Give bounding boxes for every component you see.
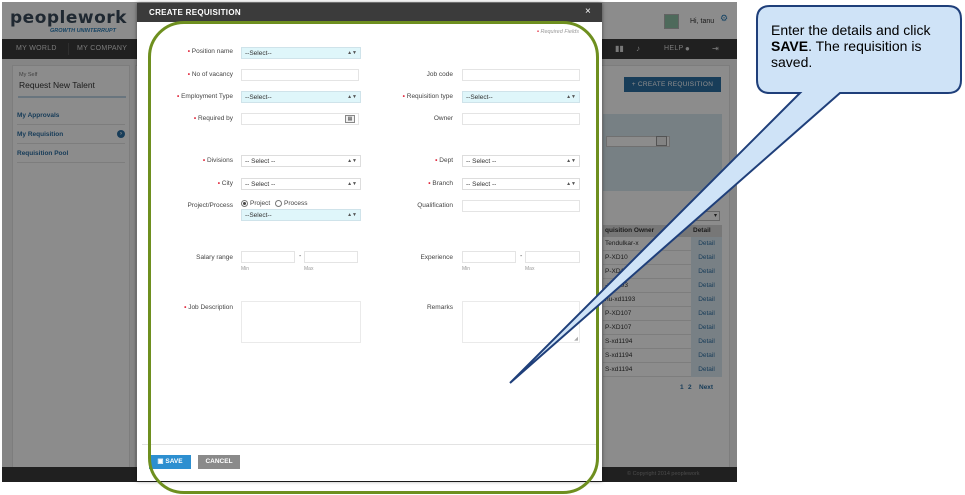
no-of-vacancy-label-text: No of vacancy xyxy=(191,71,233,78)
requisition-type-label-text: Requisition type xyxy=(406,93,453,100)
requisition-type-value: --Select-- xyxy=(466,94,493,101)
project-process-value: --Select-- xyxy=(245,212,272,219)
position-name-select[interactable]: --Select-- ▲▼ xyxy=(241,47,361,59)
branch-value: -- Select -- xyxy=(466,181,497,188)
project-radio[interactable] xyxy=(241,200,248,207)
employment-type-label: • Employment Type xyxy=(177,93,233,100)
caret-icon: ▲▼ xyxy=(347,50,357,56)
dept-label-text: Dept xyxy=(439,157,453,164)
divisions-label-text: Divisions xyxy=(206,157,233,164)
process-radio[interactable] xyxy=(275,200,282,207)
position-name-value: --Select-- xyxy=(245,50,272,57)
range-dash: - xyxy=(520,253,523,260)
city-value: -- Select -- xyxy=(245,181,276,188)
divisions-value: -- Select -- xyxy=(245,158,276,165)
qualification-input[interactable] xyxy=(462,200,580,212)
project-process-label: Project/Process xyxy=(187,202,233,209)
resize-handle-icon[interactable]: ◢ xyxy=(574,336,578,342)
caret-icon: ▲▼ xyxy=(347,158,357,164)
salary-max-input[interactable] xyxy=(304,251,358,263)
branch-label-text: Branch xyxy=(432,180,453,187)
caret-icon: ▲▼ xyxy=(566,158,576,164)
create-requisition-modal: CREATE REQUISITION × • Required Fields •… xyxy=(137,3,602,481)
branch-label: • Branch xyxy=(428,180,453,187)
salary-max-label: Max xyxy=(304,266,314,272)
branch-select[interactable]: -- Select -- ▲▼ xyxy=(462,178,580,190)
callout-text-part: Enter the details and click xyxy=(771,22,931,38)
requisition-type-label: • Requisition type xyxy=(402,93,453,100)
cancel-button[interactable]: CANCEL xyxy=(198,455,240,469)
divisions-label: • Divisions xyxy=(202,157,233,164)
caret-icon: ▲▼ xyxy=(347,94,357,100)
dept-value: -- Select -- xyxy=(466,158,497,165)
modal-title: CREATE REQUISITION xyxy=(149,8,241,17)
no-of-vacancy-input[interactable] xyxy=(241,69,359,81)
close-icon[interactable]: × xyxy=(585,6,591,17)
requisition-type-select[interactable]: --Select-- ▲▼ xyxy=(462,91,580,103)
employment-type-select[interactable]: --Select-- ▲▼ xyxy=(241,91,361,103)
project-radio-label: Project xyxy=(250,200,271,207)
caret-icon: ▲▼ xyxy=(566,181,576,187)
experience-max-label: Max xyxy=(525,266,535,272)
position-name-label: • Position name xyxy=(187,48,233,55)
city-select[interactable]: -- Select -- ▲▼ xyxy=(241,178,361,190)
remarks-label: Remarks xyxy=(426,304,453,311)
qualification-label: Qualification xyxy=(417,202,453,209)
experience-max-input[interactable] xyxy=(525,251,580,263)
divisions-select[interactable]: -- Select -- ▲▼ xyxy=(241,155,361,167)
remarks-textarea[interactable]: ◢ xyxy=(462,301,580,343)
no-of-vacancy-label: • No of vacancy xyxy=(187,71,233,78)
callout-text: Enter the details and click SAVE. The re… xyxy=(771,22,946,70)
required-fields-label: Required Fields xyxy=(540,29,579,35)
modal-header: CREATE REQUISITION × xyxy=(137,3,602,22)
required-by-label: • Required by xyxy=(193,115,233,122)
job-code-label: Job code xyxy=(426,71,453,78)
modal-footer-divider xyxy=(142,444,597,445)
save-button[interactable]: ▣ SAVE xyxy=(149,455,191,469)
owner-input[interactable] xyxy=(462,113,580,125)
job-description-label-text: Job Description xyxy=(188,304,233,311)
city-label: • City xyxy=(217,180,233,187)
caret-icon: ▲▼ xyxy=(347,212,357,218)
range-dash: - xyxy=(299,253,302,260)
experience-min-label: Min xyxy=(462,266,471,272)
process-radio-label: Process xyxy=(284,200,308,207)
required-by-label-text: Required by xyxy=(197,115,233,122)
salary-range-label: Salary range xyxy=(196,254,233,261)
caret-icon: ▲▼ xyxy=(347,181,357,187)
required-fields-note: • Required Fields xyxy=(537,29,579,35)
job-description-label: • Job Description xyxy=(184,304,233,311)
caret-icon: ▲▼ xyxy=(566,94,576,100)
save-button-label: SAVE xyxy=(165,458,183,465)
experience-min-input[interactable] xyxy=(462,251,516,263)
salary-min-label: Min xyxy=(241,266,250,272)
callout-text-bold: SAVE xyxy=(771,38,809,54)
position-name-label-text: Position name xyxy=(191,48,233,55)
employment-type-value: --Select-- xyxy=(245,94,272,101)
project-process-select[interactable]: --Select-- ▲▼ xyxy=(241,209,361,221)
job-code-input[interactable] xyxy=(462,69,580,81)
required-by-input[interactable] xyxy=(241,113,359,125)
owner-label: Owner xyxy=(433,115,453,122)
employment-type-label-text: Employment Type xyxy=(181,93,233,100)
job-description-textarea[interactable] xyxy=(241,301,361,343)
dept-select[interactable]: -- Select -- ▲▼ xyxy=(462,155,580,167)
calendar-icon[interactable]: ▦ xyxy=(345,115,355,123)
experience-label: Experience xyxy=(420,254,453,261)
dept-label: • Dept xyxy=(435,157,453,164)
city-label-text: City xyxy=(221,180,233,187)
salary-min-input[interactable] xyxy=(241,251,295,263)
